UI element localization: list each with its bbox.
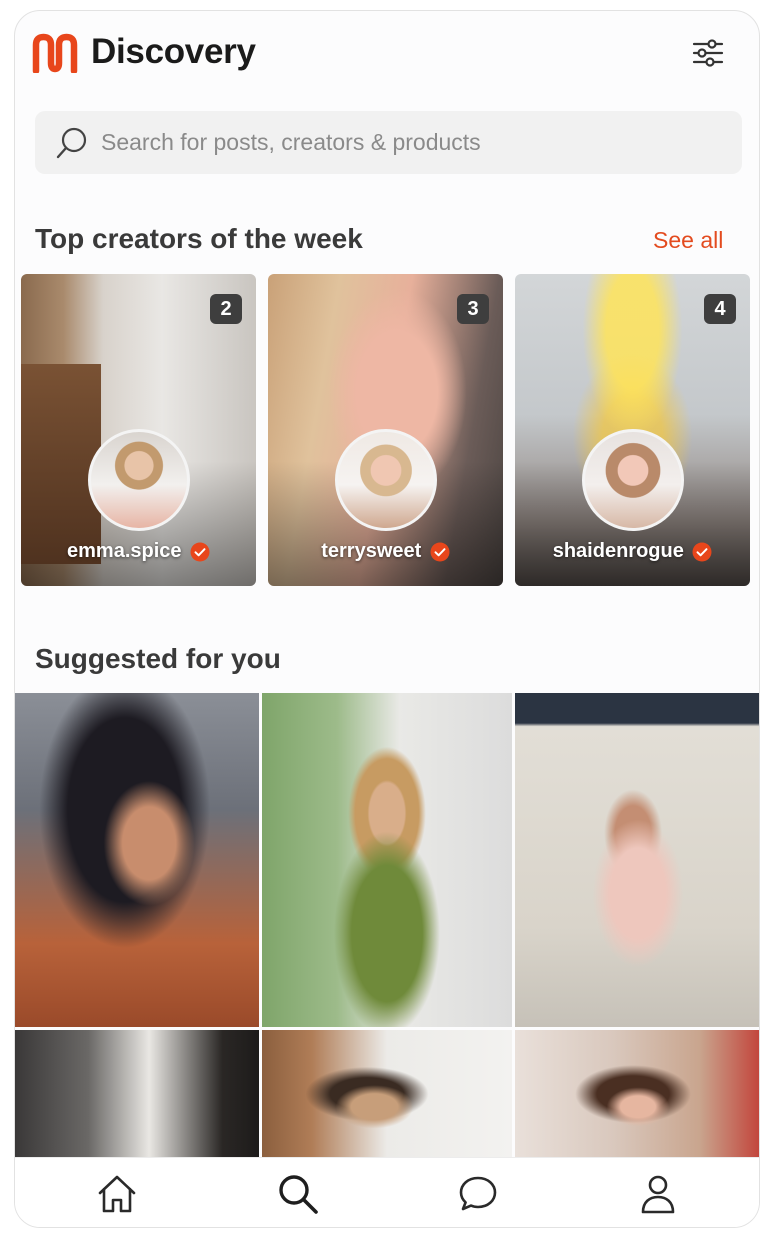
post-image (15, 1030, 259, 1158)
verified-badge-icon (430, 542, 450, 561)
chat-icon[interactable] (456, 1172, 500, 1216)
post-image (515, 693, 759, 1027)
creator-card[interactable]: 2 emma.spice (21, 274, 256, 586)
rank-badge: 2 (210, 294, 242, 324)
avatar (88, 429, 190, 531)
section-title-suggested: Suggested for you (35, 643, 281, 674)
verified-badge-icon (692, 542, 712, 561)
creator-card[interactable]: 4 shaidenrogue (515, 274, 750, 586)
rank-badge: 4 (704, 294, 736, 324)
section-title-top-creators: Top creators of the week (35, 223, 363, 254)
creator-username: shaidenrogue (552, 540, 684, 562)
filter-settings-icon[interactable] (691, 37, 725, 69)
bottom-nav (15, 1157, 759, 1227)
profile-icon[interactable] (636, 1172, 680, 1216)
creator-username: terrysweet (321, 540, 422, 562)
avatar (582, 429, 684, 531)
post-image (262, 1030, 512, 1158)
suggested-post-tile[interactable] (515, 693, 759, 1027)
creator-name-row: terrysweet (268, 540, 503, 563)
suggested-post-tile[interactable] (15, 693, 259, 1027)
search-input[interactable] (101, 111, 721, 174)
app-logo (32, 33, 78, 73)
home-icon[interactable] (95, 1172, 139, 1216)
app-screen: Discovery Top creators of the week See a… (14, 10, 760, 1228)
rank-badge: 3 (457, 294, 489, 324)
creator-username: emma.spice (67, 540, 182, 562)
suggested-post-tile[interactable] (262, 1030, 512, 1158)
search-icon (56, 127, 87, 159)
creator-card[interactable]: 3 terrysweet (268, 274, 503, 586)
suggested-post-tile[interactable] (515, 1030, 759, 1158)
suggested-post-tile[interactable] (262, 693, 512, 1027)
search-icon[interactable] (276, 1172, 320, 1216)
creator-name-row: emma.spice (21, 540, 256, 563)
creator-name-row: shaidenrogue (515, 540, 750, 563)
doorway-shape (21, 364, 101, 564)
post-image (262, 693, 512, 1027)
post-image (15, 693, 259, 1027)
see-all-link[interactable]: See all (653, 227, 723, 254)
avatar (335, 429, 437, 531)
suggested-post-tile[interactable] (15, 1030, 259, 1158)
header: Discovery (15, 11, 759, 99)
search-bar[interactable] (35, 111, 742, 174)
verified-badge-icon (190, 542, 210, 561)
page-title: Discovery (91, 32, 256, 71)
post-image (515, 1030, 759, 1158)
